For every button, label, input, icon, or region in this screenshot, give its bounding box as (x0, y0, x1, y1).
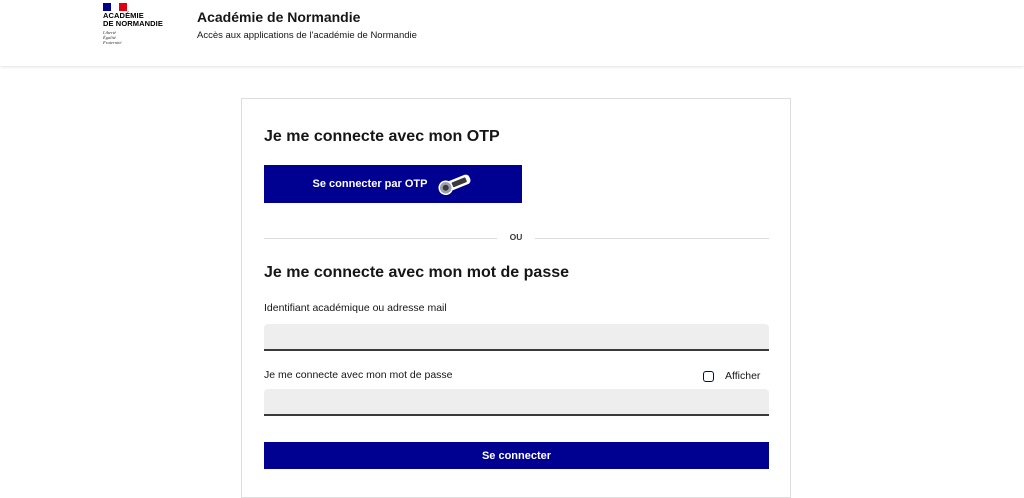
otp-token-icon (438, 174, 471, 195)
header-subtitle: Accès aux applications de l'académie de … (197, 30, 417, 41)
site-header: ACADÉMIE DE NORMANDIE Liberté Égalité Fr… (0, 0, 1024, 66)
show-password-checkbox[interactable] (703, 370, 714, 382)
password-label: Je me connecte avec mon mot de passe (264, 369, 453, 381)
otp-login-button[interactable]: Se connecter par OTP (264, 165, 522, 203)
show-password-toggle[interactable]: Afficher (703, 369, 760, 383)
logo-name: ACADÉMIE DE NORMANDIE (103, 11, 163, 28)
separator-label: OU (509, 232, 523, 242)
separator-line-right (535, 238, 769, 239)
identifier-input[interactable] (264, 324, 769, 351)
academie-logo[interactable]: ACADÉMIE DE NORMANDIE Liberté Égalité Fr… (103, 3, 183, 53)
login-card (241, 98, 791, 498)
french-flag-icon (103, 3, 127, 11)
show-password-label[interactable]: Afficher (725, 370, 760, 382)
otp-button-label: Se connecter par OTP (312, 178, 428, 190)
password-input[interactable] (264, 389, 769, 416)
separator-line-left (264, 238, 497, 239)
logo-motto: Liberté Égalité Fraternité (103, 30, 122, 45)
login-submit-button[interactable]: Se connecter (264, 442, 769, 469)
identifier-label: Identifiant académique ou adresse mail (264, 302, 447, 314)
header-title[interactable]: Académie de Normandie (197, 9, 360, 25)
otp-section-title: Je me connecte avec mon OTP (264, 128, 500, 145)
password-section-title: Je me connecte avec mon mot de passe (264, 264, 570, 281)
